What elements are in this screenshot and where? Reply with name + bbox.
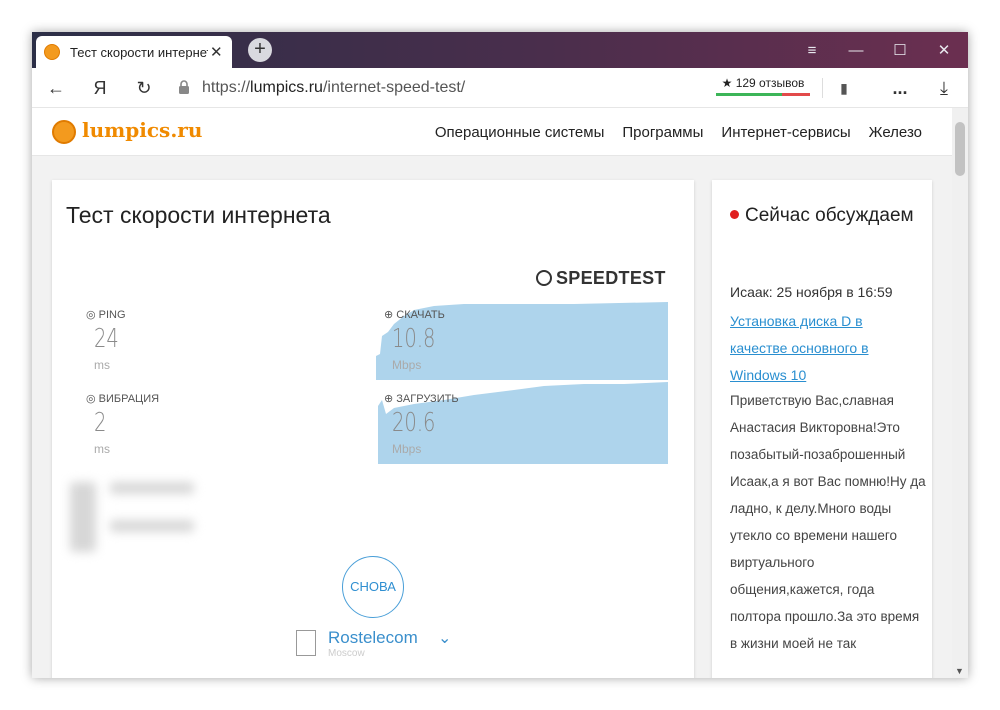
scroll-down-icon[interactable]: ▼ [955, 666, 964, 676]
divider [822, 78, 823, 98]
sidebar-heading: Сейчас обсуждаем [730, 202, 920, 229]
url-prefix: https:// [202, 79, 251, 96]
upload-unit: Mbps [392, 442, 422, 456]
new-tab-button[interactable]: + [248, 38, 272, 62]
discussion-sidebar: Сейчас обсуждаем Исаак: 25 ноября в 16:5… [712, 180, 932, 678]
more-icon[interactable]: ... [888, 76, 912, 100]
scroll-thumb[interactable] [955, 122, 965, 176]
blurred-line [110, 482, 194, 494]
speed-graph [376, 302, 668, 464]
post-link[interactable]: Установка диска D в качестве основного в… [730, 308, 910, 389]
address-bar-row: ← Я ↻ https://lumpics.ru/internet-speed-… [32, 68, 968, 108]
download-icon[interactable]: ⤓ [932, 76, 956, 100]
download-unit: Mbps [392, 358, 422, 372]
scrollbar[interactable]: ▼ [952, 108, 968, 678]
upload-value: 20.6 [392, 408, 436, 438]
upload-label-text: ЗАГРУЗИТЬ [396, 393, 459, 405]
nav-item-programs[interactable]: Программы [622, 124, 703, 141]
jitter-label-text: ВИБРАЦИЯ [98, 393, 160, 405]
logo-icon[interactable] [52, 120, 76, 144]
bookmark-icon[interactable]: ▮ [832, 76, 856, 100]
favicon-icon [44, 44, 60, 60]
blurred-area [70, 482, 96, 552]
upload-label: ⊕ ЗАГРУЗИТЬ [384, 393, 459, 405]
ping-value: 24 [94, 324, 119, 354]
speedtest-brand: SPEEDTEST [536, 268, 666, 289]
back-icon[interactable]: ← [44, 76, 68, 100]
jitter-value: 2 [94, 408, 107, 438]
jitter-label: ◎ ВИБРАЦИЯ [86, 393, 160, 405]
menu-icon[interactable]: ≡ [790, 32, 834, 68]
ping-unit: ms [94, 358, 110, 372]
url-path: /internet-speed-test/ [322, 79, 466, 96]
isp-location: Moscow [328, 648, 365, 659]
reload-icon[interactable]: ↻ [132, 76, 156, 100]
download-label: ⊕ СКАЧАТЬ [384, 309, 445, 321]
ping-label: ◎ PING [86, 309, 126, 321]
yandex-icon[interactable]: Я [88, 76, 112, 100]
lock-icon [179, 80, 189, 94]
tab-close-icon[interactable]: ✕ [210, 43, 223, 61]
comment-author: Исаак: 25 ноября в 16:59 [730, 284, 893, 300]
url-field[interactable]: https://lumpics.ru/internet-speed-test/ [202, 79, 465, 97]
page-title: Тест скорости интернета [66, 202, 331, 228]
page-content: lumpics.ru Операционные системы Программ… [32, 108, 952, 678]
isp-name[interactable]: Rostelecom [328, 628, 418, 648]
nav-item-os[interactable]: Операционные системы [435, 124, 605, 141]
blurred-line [110, 520, 194, 532]
comment-text: Приветствую Вас,славная Анастасия Виктор… [730, 393, 926, 651]
url-domain: lumpics.ru [250, 79, 323, 96]
site-logo[interactable]: lumpics.ru [82, 118, 202, 142]
tab-title: Тест скорости интернета [70, 44, 208, 60]
speedtest-brand-text: SPEEDTEST [556, 268, 666, 288]
live-dot-icon [730, 210, 739, 219]
main-nav: Операционные системы Программы Интернет-… [435, 124, 922, 141]
nav-item-internet-services[interactable]: Интернет-сервисы [721, 124, 850, 141]
gauge-icon [536, 270, 552, 286]
server-icon [296, 630, 316, 656]
nav-item-hardware[interactable]: Железо [869, 124, 922, 141]
speedtest-card: Тест скорости интернета SPEEDTEST ◎ PING… [52, 180, 694, 678]
again-button[interactable]: СНОВА [342, 556, 404, 618]
download-value: 10.8 [392, 324, 436, 354]
browser-tab[interactable]: Тест скорости интернета ✕ [36, 36, 232, 68]
minimize-icon[interactable]: — [834, 32, 878, 68]
sidebar-heading-text: Сейчас обсуждаем [745, 205, 914, 226]
download-label-text: СКАЧАТЬ [396, 309, 445, 321]
close-icon[interactable]: ✕ [922, 32, 966, 68]
ping-label-text: PING [98, 309, 126, 321]
site-header: lumpics.ru Операционные системы Программ… [32, 108, 952, 156]
chevron-down-icon[interactable]: ⌄ [438, 628, 451, 648]
maximize-icon[interactable]: ☐ [878, 32, 922, 68]
jitter-unit: ms [94, 442, 110, 456]
title-bar: Тест скорости интернета ✕ + ≡ — ☐ ✕ [32, 32, 968, 68]
rating-bar [716, 93, 810, 96]
browser-window: Тест скорости интернета ✕ + ≡ — ☐ ✕ ← Я … [32, 32, 968, 678]
